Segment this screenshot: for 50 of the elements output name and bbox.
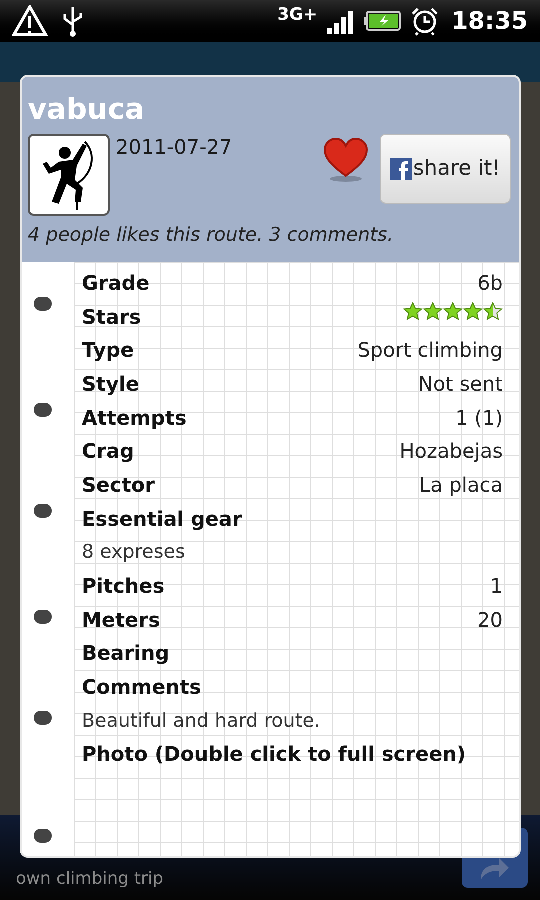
field-value: La placa xyxy=(419,472,503,499)
field-value: Hozabejas xyxy=(400,438,503,466)
star-icon xyxy=(443,302,463,322)
signal-icon xyxy=(326,8,356,34)
field-text: 8 expreses xyxy=(82,540,186,566)
star-icon xyxy=(463,302,483,322)
field-value: Not sent xyxy=(418,370,503,398)
forward-arrow-icon xyxy=(481,858,509,880)
route-date: 2011-07-27 xyxy=(116,134,234,160)
binder-hole xyxy=(34,403,52,417)
star-icon xyxy=(423,302,443,322)
ad-text: own climbing trip xyxy=(16,868,164,891)
field-value: 1 xyxy=(490,573,503,600)
field-label: Bearing xyxy=(82,640,170,668)
field-text: Beautiful and hard route. xyxy=(82,708,320,734)
binder-hole xyxy=(34,711,52,725)
binder-hole xyxy=(34,610,52,624)
field-label: Sector xyxy=(82,472,155,499)
share-button[interactable]: share it! xyxy=(380,134,511,204)
favorite-button[interactable] xyxy=(322,138,370,184)
field-label: Comments xyxy=(82,674,202,702)
warning-icon xyxy=(12,5,48,37)
field-value: 20 xyxy=(478,606,503,634)
facebook-icon xyxy=(390,158,412,180)
field-label: Type xyxy=(82,337,134,364)
star-icon xyxy=(483,302,503,322)
field-label: Pitches xyxy=(82,573,165,600)
alarm-clock-icon xyxy=(410,6,440,36)
climber-icon xyxy=(28,134,110,216)
likes-summary: 4 people likes this route. 3 comments. xyxy=(28,223,394,248)
binder-hole xyxy=(34,504,52,518)
field-label: Meters xyxy=(82,606,160,634)
field-label: Grade xyxy=(82,270,150,297)
field-label: Stars xyxy=(82,304,142,331)
field-label: Style xyxy=(82,370,140,398)
field-label: Crag xyxy=(82,438,134,466)
field-label: Photo (Double click to full screen) xyxy=(82,741,466,768)
field-value: 6b xyxy=(478,270,503,297)
star-icon xyxy=(403,302,423,322)
field-label: Attempts xyxy=(82,404,187,432)
battery-icon xyxy=(364,11,402,31)
field-label: Essential gear xyxy=(82,506,242,533)
field-value: Sport climbing xyxy=(358,337,503,364)
field-value: 1 (1) xyxy=(456,404,503,432)
network-type-label: 3G+ xyxy=(278,6,318,24)
clock-time: 18:35 xyxy=(452,9,528,33)
heart-icon xyxy=(323,138,369,182)
binder-hole xyxy=(34,829,52,843)
binder-hole xyxy=(34,297,52,311)
route-title: vabuca xyxy=(28,91,146,127)
